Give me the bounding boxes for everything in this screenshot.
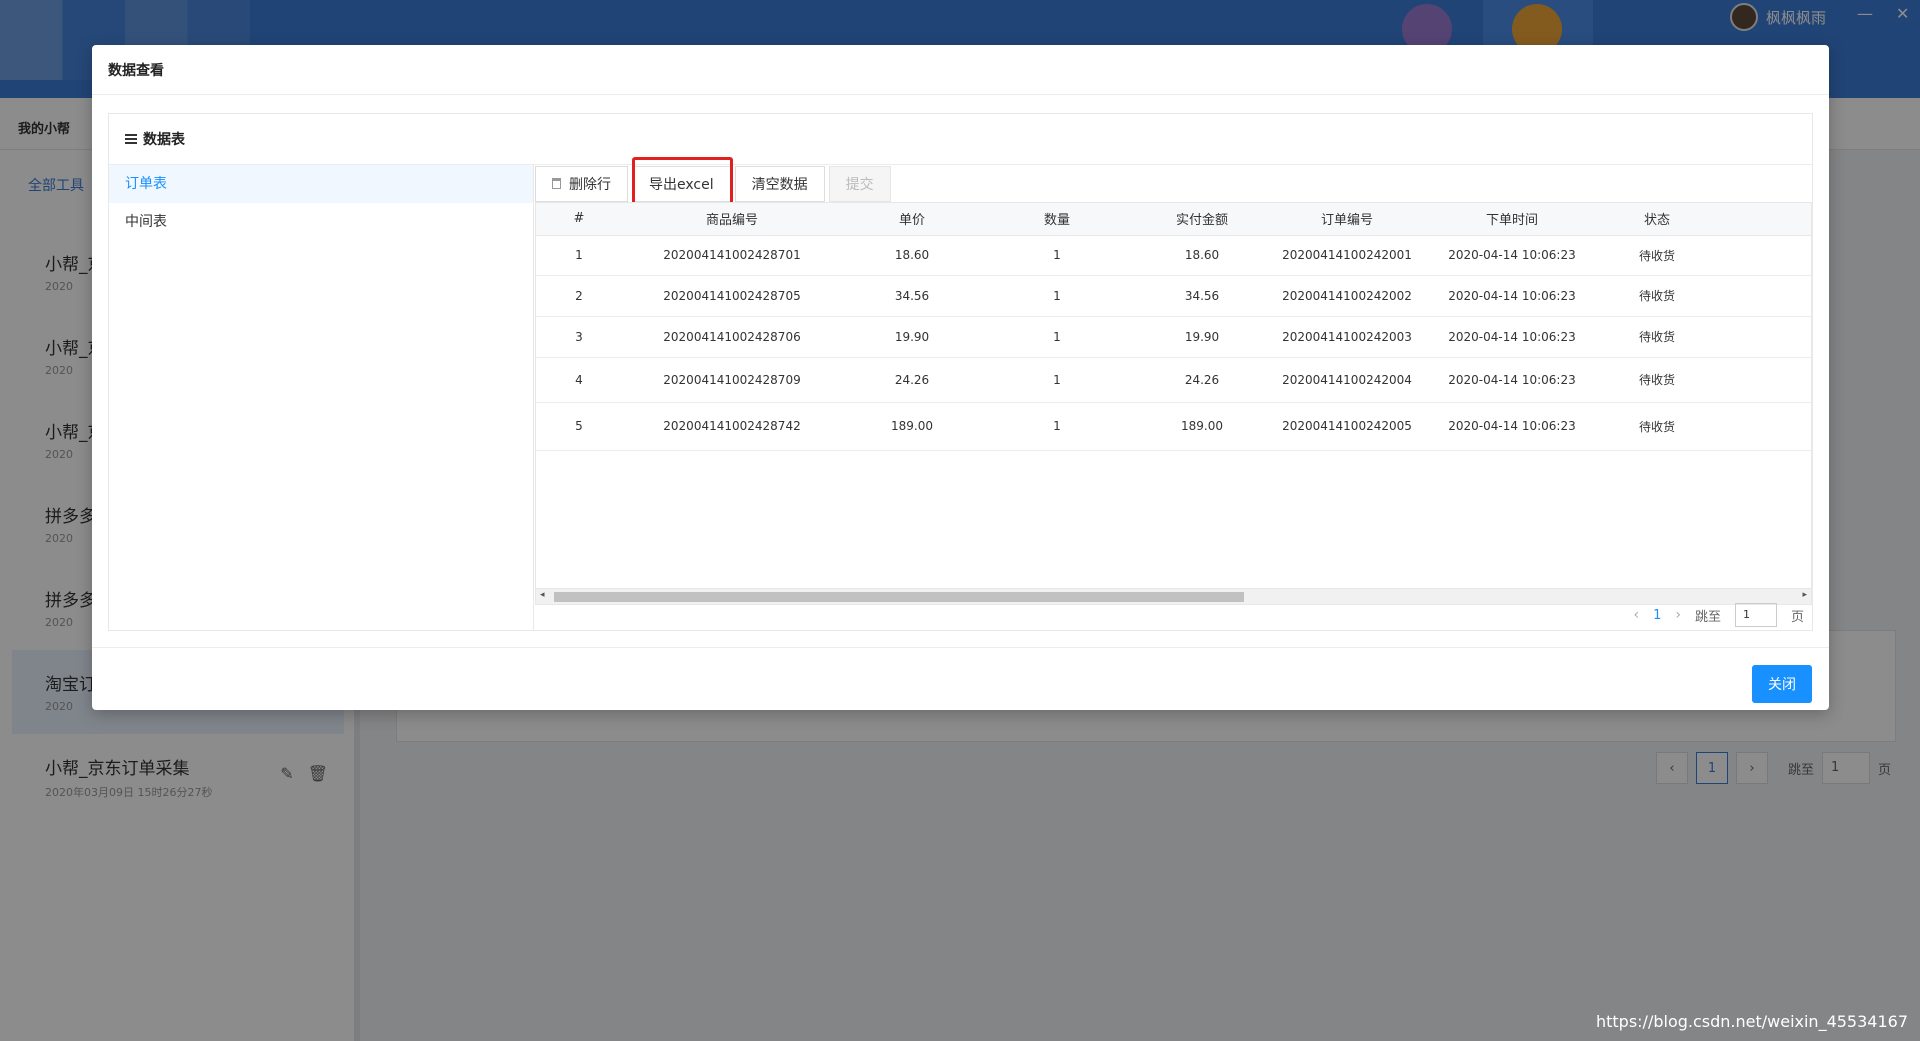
page-number[interactable]: 1 [1653,608,1661,623]
cell: 34.56 [842,275,982,317]
cell: 1 [982,357,1132,403]
cell: 34.56 [1132,275,1272,317]
cell: 1 [536,235,622,276]
jump-input[interactable]: 1 [1734,603,1777,627]
cell: 19.90 [1132,316,1272,358]
cell: 待收货 [1602,357,1712,403]
column-header[interactable]: # [536,203,622,236]
table-row[interactable]: 3 202004141002428706 19.90 1 19.90 20200… [536,316,1811,358]
toolbar: 删除行 导出excel 清空数据 提交 [535,157,1812,206]
cell: 18.60 [842,235,982,276]
modal-title: 数据查看 [92,45,1829,95]
scroll-thumb[interactable] [554,592,1244,602]
panel-title: 数据表 [143,132,185,148]
scroll-left-icon[interactable]: ◂ [540,590,545,600]
cell: 189.00 [1132,402,1272,451]
data-view-modal: 数据查看 数据表 订单表 中间表 删除行 导出excel 清空数据 提交 # 商… [92,45,1829,710]
cell: 19.90 [842,316,982,358]
table-area: 删除行 导出excel 清空数据 提交 # 商品编号 单价 数量 实付金额 订单… [535,157,1812,630]
cell: 202004141002428706 [622,316,842,358]
cell: 18.60 [1132,235,1272,276]
column-header[interactable]: 单价 [842,203,982,236]
cell: 2 [536,275,622,317]
cell: 待收货 [1602,235,1712,276]
cell: 1 [982,402,1132,451]
column-header[interactable]: 状态 [1602,203,1712,236]
list-icon [125,134,137,144]
cell: 待收货 [1602,275,1712,317]
cell [1712,316,1811,358]
cell: 20200414100242003 [1272,316,1422,358]
column-header[interactable]: 下单时间 [1422,203,1602,236]
cell: 202004141002428701 [622,235,842,276]
clear-data-button[interactable]: 清空数据 [734,165,825,202]
column-header[interactable]: 实付金额 [1132,203,1272,236]
cell: 20200414100242005 [1272,402,1422,451]
table-row[interactable]: 5 202004141002428742 189.00 1 189.00 202… [536,402,1811,451]
data-panel: 数据表 订单表 中间表 删除行 导出excel 清空数据 提交 # 商品编号 单… [108,113,1813,631]
cell: 待收货 [1602,316,1712,358]
table-list: 订单表 中间表 [109,165,534,630]
table-item-orders[interactable]: 订单表 [109,165,533,203]
cell: 2020-04-14 10:06:23 [1422,235,1602,276]
cell: 202004141002428709 [622,357,842,403]
panel-header: 数据表 [109,114,1812,165]
cell [1712,235,1811,276]
table-item-intermediate[interactable]: 中间表 [109,203,533,241]
cell: 2020-04-14 10:06:23 [1422,357,1602,403]
cell: 20200414100242001 [1272,235,1422,276]
cell: 待收货 [1602,402,1712,451]
trash-icon [552,178,561,189]
table-header-row: # 商品编号 单价 数量 实付金额 订单编号 下单时间 状态 [536,203,1811,236]
cell: 1 [982,316,1132,358]
export-excel-button[interactable]: 导出excel [632,165,731,202]
cell [1712,357,1811,403]
watermark: https://blog.csdn.net/weixin_45534167 [1595,1012,1908,1031]
close-button[interactable]: 关闭 [1752,665,1812,703]
cell: 202004141002428705 [622,275,842,317]
column-header[interactable]: 订单编号 [1272,203,1422,236]
cell: 2020-04-14 10:06:23 [1422,275,1602,317]
page-unit: 页 [1790,609,1804,625]
cell [1712,275,1811,317]
table-row[interactable]: 1 202004141002428701 18.60 1 18.60 20200… [536,235,1811,276]
table-row[interactable]: 2 202004141002428705 34.56 1 34.56 20200… [536,275,1811,317]
delete-row-label: 删除行 [569,176,611,193]
cell: 189.00 [842,402,982,451]
table-row[interactable]: 4 202004141002428709 24.26 1 24.26 20200… [536,357,1811,403]
cell: 3 [536,316,622,358]
horizontal-scrollbar[interactable]: ◂ ▸ [536,588,1811,604]
cell: 2020-04-14 10:06:23 [1422,402,1602,451]
cell [1712,402,1811,451]
jump-label: 跳至 [1694,609,1721,625]
cell: 24.26 [842,357,982,403]
column-header[interactable]: 数量 [982,203,1132,236]
data-grid: # 商品编号 单价 数量 实付金额 订单编号 下单时间 状态 1 2020041… [535,202,1812,605]
cell: 4 [536,357,622,403]
column-header[interactable]: 商品编号 [622,203,842,236]
scroll-right-icon[interactable]: ▸ [1802,590,1807,600]
cell: 24.26 [1132,357,1272,403]
prev-page-button[interactable]: ‹ [1633,607,1639,623]
cell: 2020-04-14 10:06:23 [1422,316,1602,358]
modal-footer: 关闭 [92,647,1829,710]
cell: 20200414100242004 [1272,357,1422,403]
next-page-button[interactable]: › [1675,607,1681,623]
column-header-filler [1712,203,1811,236]
pagination: ‹ 1 › 跳至 1 页 [1633,600,1804,630]
submit-button[interactable]: 提交 [828,165,891,202]
cell: 5 [536,402,622,451]
cell: 1 [982,275,1132,317]
cell: 20200414100242002 [1272,275,1422,317]
cell: 202004141002428742 [622,402,842,451]
delete-row-button[interactable]: 删除行 [535,165,628,202]
cell: 1 [982,235,1132,276]
